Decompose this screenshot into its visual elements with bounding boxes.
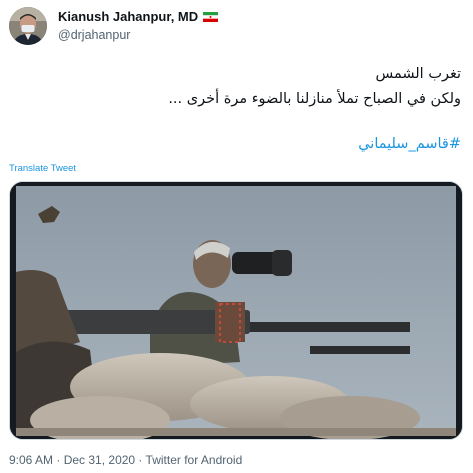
tweet: Kianush Jahanpur, MD @drjahanpur تغرب ال… [0,0,473,473]
iran-flag-icon [203,11,219,22]
translate-tweet-link[interactable]: Translate Tweet [9,163,76,174]
tweet-text-line-1: تغرب الشمس [375,66,461,82]
tweet-meta: 9:06 AM · Dec 31, 2020 · Twitter for And… [9,453,242,467]
tweet-date[interactable]: Dec 31, 2020 [64,453,135,467]
tweet-text-line-2: ولكن في الصباح تملأ منازلنا بالضوء مرة أ… [168,91,461,107]
meta-separator: · [135,453,146,467]
author-handle[interactable]: @drjahanpur [58,28,130,42]
video-still-image [10,182,462,439]
author-name-row[interactable]: Kianush Jahanpur, MD [58,9,219,24]
profile-photo [9,7,47,45]
author-display-name[interactable]: Kianush Jahanpur, MD [58,9,198,24]
tweet-media[interactable] [9,181,463,440]
hashtag-link[interactable]: #قاسم_سليماني [358,136,461,152]
tweet-time[interactable]: 9:06 AM [9,453,53,467]
author-avatar[interactable] [9,7,47,45]
tweet-source[interactable]: Twitter for Android [146,453,243,467]
meta-separator: · [53,453,64,467]
